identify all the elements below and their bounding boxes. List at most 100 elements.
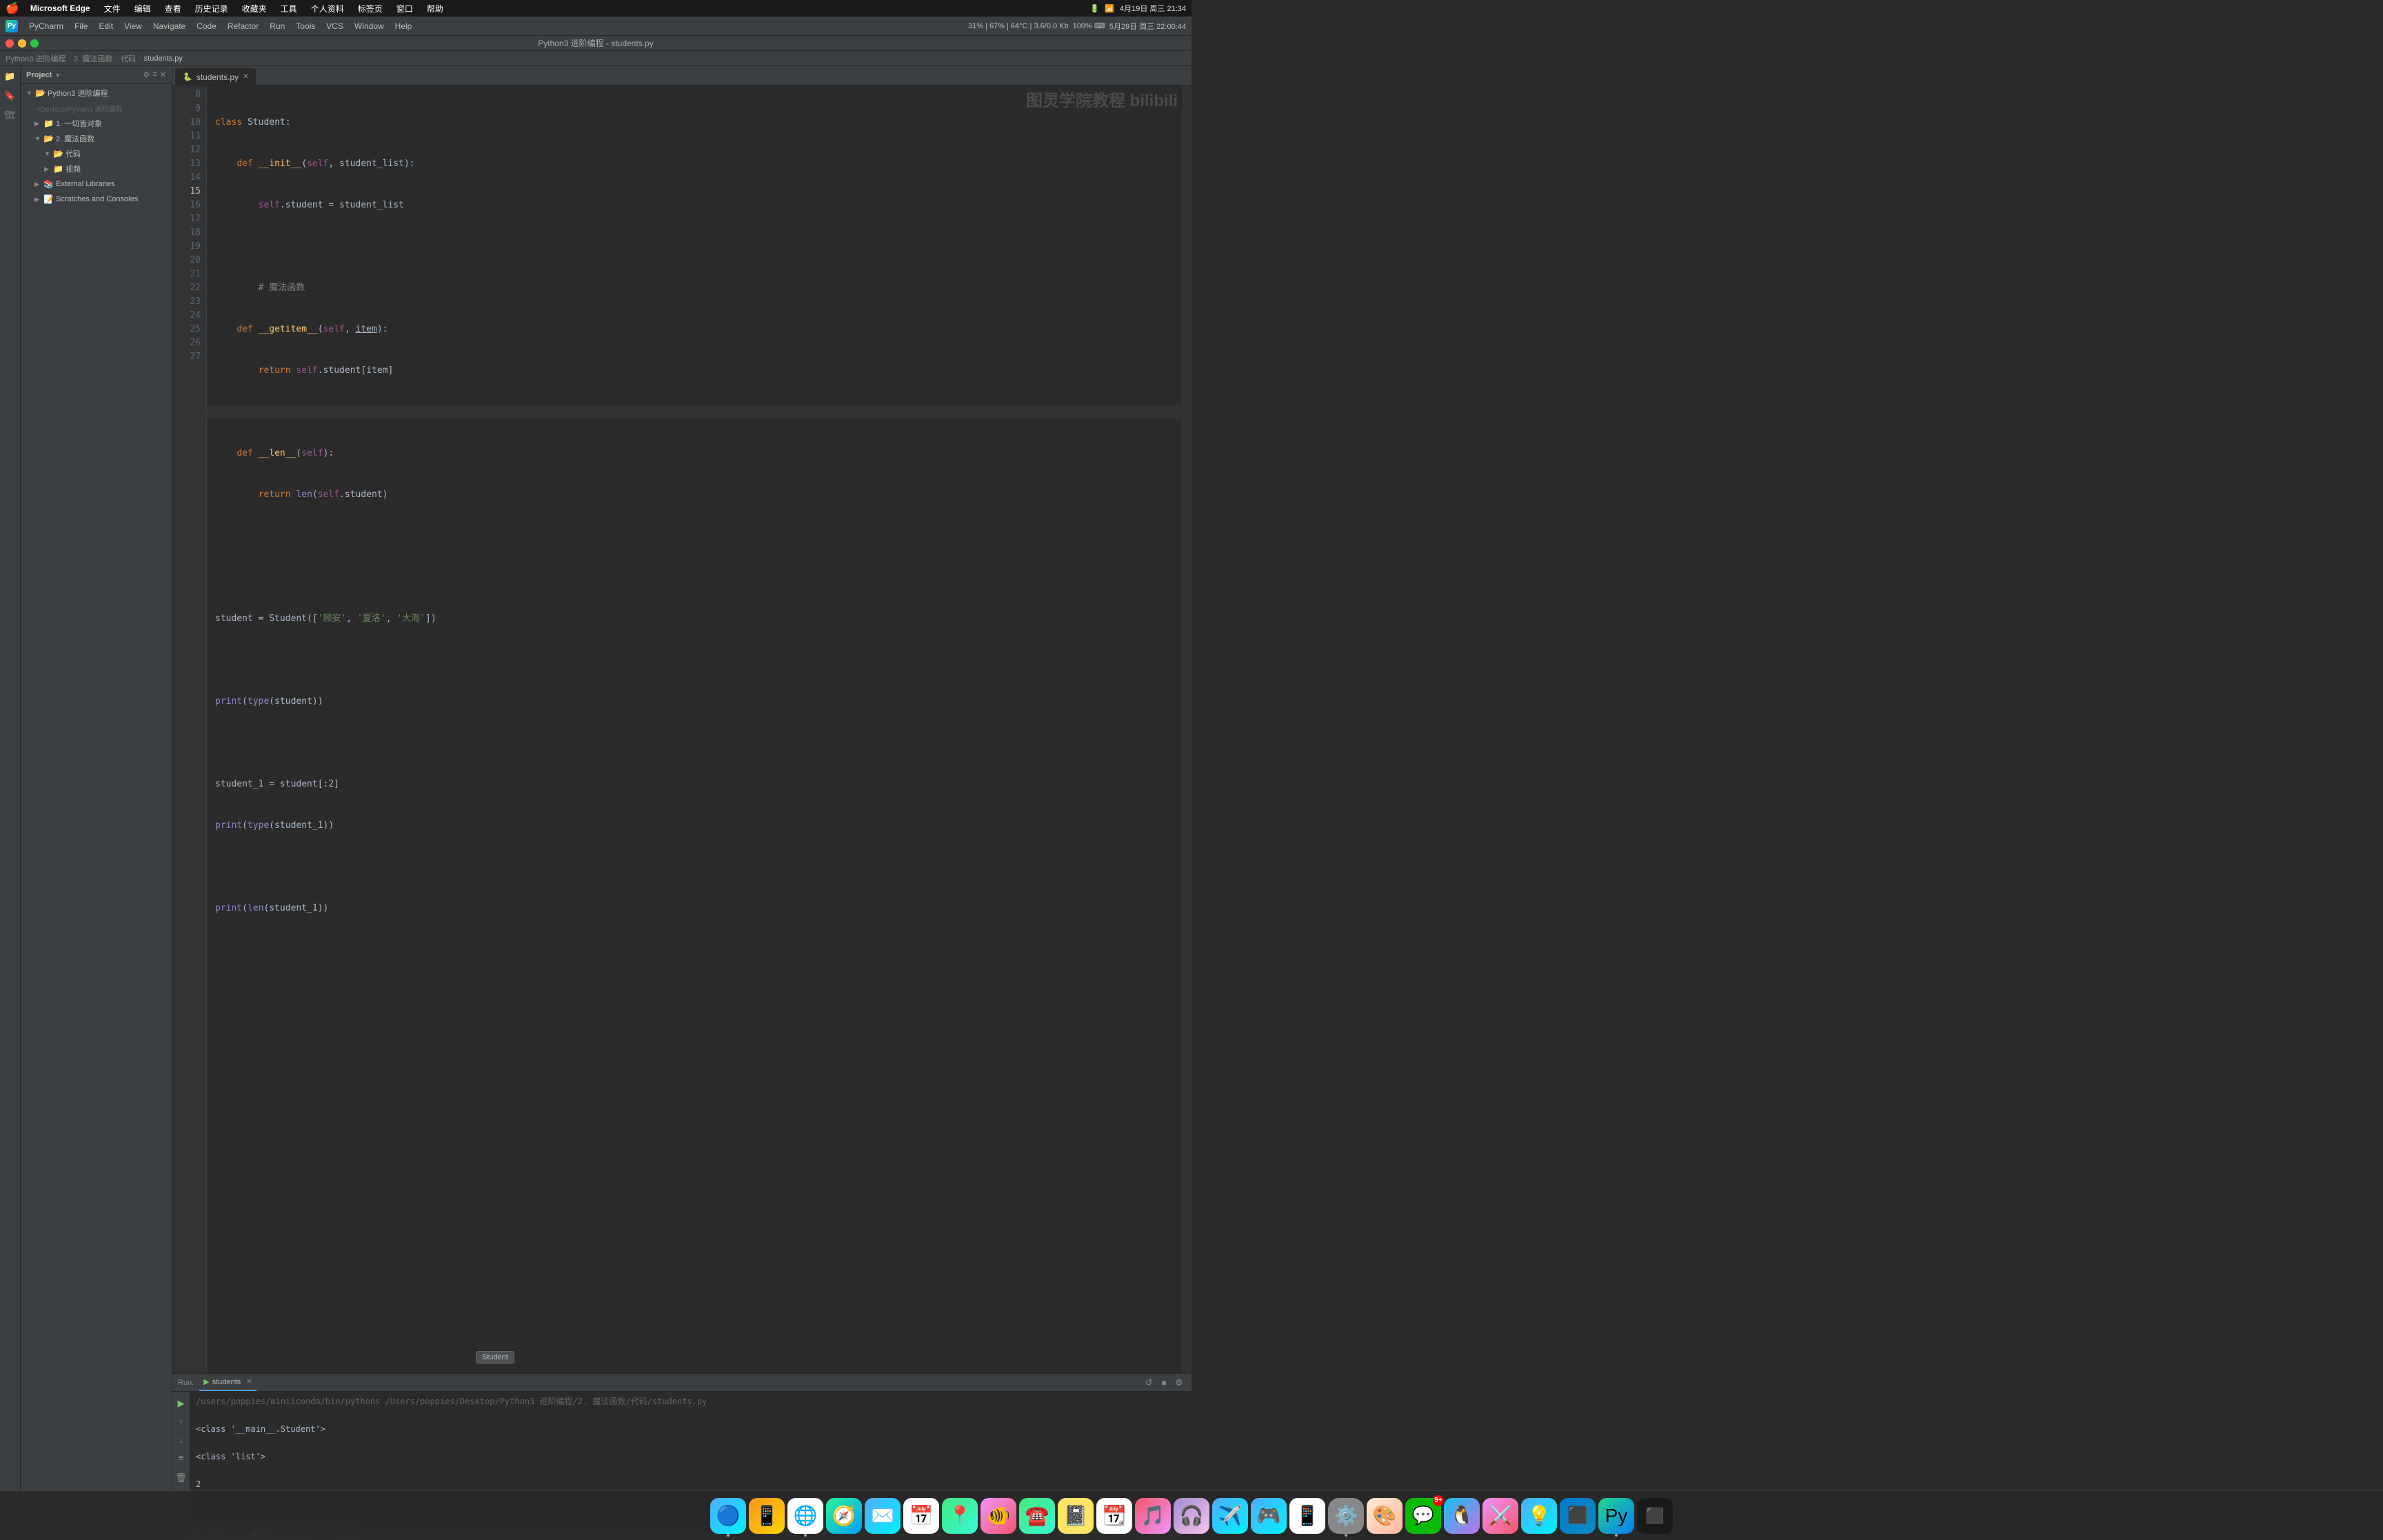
structure-tool-btn[interactable]: 🏗 [3, 108, 18, 123]
apple-menu[interactable]: 🍎 [6, 1, 19, 15]
dock-notes[interactable]: 📓 [1058, 1498, 1094, 1534]
breadcrumb-folder[interactable]: 2. 魔法函数 [74, 53, 112, 64]
dock-launchpad[interactable]: 📱 [749, 1498, 785, 1534]
tab-close-btn[interactable]: ✕ [243, 73, 248, 81]
expand-arrow-code: ▼ [44, 150, 51, 157]
breadcrumb-code[interactable]: 代码 [121, 53, 136, 64]
dock-music[interactable]: 🎵 [1135, 1498, 1171, 1534]
play-btn[interactable]: ▶ [174, 1396, 189, 1411]
project-tool-btn[interactable]: 📁 [3, 69, 18, 84]
pycharm-menu-refactor[interactable]: Refactor [223, 20, 263, 32]
close-sidebar-icon[interactable]: ✕ [160, 70, 166, 79]
pycharm-menu-help[interactable]: Help [391, 20, 416, 32]
code-content[interactable]: class Student: def __init__(self, studen… [207, 85, 1182, 1373]
tab-bar: 🐍 students.py ✕ [172, 66, 1192, 85]
tab-students-py[interactable]: 🐍 students.py ✕ [175, 68, 256, 85]
menu-tabs[interactable]: 标签页 [355, 3, 385, 14]
dock-facetime[interactable]: ☎️ [1019, 1498, 1055, 1534]
settings-btn[interactable]: ⚙ [1172, 1376, 1186, 1390]
down-btn[interactable]: ↓ [174, 1432, 189, 1447]
sidebar-item-ext-libs[interactable]: ▶ 📚 External Libraries [21, 176, 172, 192]
menu-window[interactable]: 窗口 [394, 3, 416, 14]
stop-btn[interactable]: ⏹ [1157, 1376, 1171, 1390]
code-editor-container[interactable]: 8 9 10 11 12 13 14 15 16 17 18 19 20 21 … [172, 85, 1192, 1373]
breadcrumb-project[interactable]: Python3 进阶编程 [6, 53, 66, 64]
editor-area: 🐍 students.py ✕ 8 9 10 11 12 13 14 15 16… [172, 66, 1192, 1540]
minimize-button[interactable] [18, 39, 26, 48]
dock-chrome[interactable]: 🌐 [787, 1498, 823, 1534]
menu-favorites[interactable]: 收藏夹 [239, 3, 270, 14]
dock-photos[interactable]: 🐠 [981, 1498, 1016, 1534]
sidebar-item-ch1[interactable]: ▶ 📁 1. 一切皆对象 [21, 116, 172, 131]
pycharm-menu-window[interactable]: Window [350, 20, 388, 32]
bookmarks-tool-btn[interactable]: 🔖 [3, 88, 18, 103]
dock-travel[interactable]: ✈️ [1212, 1498, 1248, 1534]
app-name[interactable]: Microsoft Edge [28, 3, 93, 13]
sidebar-item-scratches[interactable]: ▶ 📝 Scratches and Consoles [21, 192, 172, 207]
scratch-icon: 📝 [43, 194, 54, 204]
run-panel-header: Run: ▶ students ✕ ↺ ⏹ ⚙ [172, 1374, 1192, 1392]
pycharm-menubar: Py PyCharm File Edit View Navigate Code … [0, 17, 1192, 36]
pycharm-menu-view[interactable]: View [120, 20, 146, 32]
sidebar-item-video[interactable]: ▶ 📁 视频 [21, 161, 172, 176]
menu-profile[interactable]: 个人资料 [308, 3, 347, 14]
sidebar-item-ch2[interactable]: ▼ 📂 2. 魔法函数 [21, 131, 172, 146]
collapse-icon[interactable]: ≡ [152, 70, 157, 79]
dock-mail[interactable]: ✉️ [865, 1498, 901, 1534]
code-editor[interactable]: 8 9 10 11 12 13 14 15 16 17 18 19 20 21 … [172, 85, 1182, 1373]
menu-history[interactable]: 历史记录 [192, 3, 231, 14]
dock-vscode[interactable]: ⬛ [1560, 1498, 1596, 1534]
menu-help[interactable]: 帮助 [424, 3, 446, 14]
system-tray: 🔋 📶 4月19日 周三 21:34 [1090, 3, 1186, 14]
dock-finder[interactable]: 🔵 [710, 1498, 746, 1534]
up-btn[interactable]: ↑ [174, 1414, 189, 1429]
run-tab-students[interactable]: ▶ students ✕ [199, 1374, 256, 1391]
dock-affinity[interactable]: 💡 [1521, 1498, 1557, 1534]
pycharm-menu-navigate[interactable]: Navigate [149, 20, 190, 32]
dock-wechat[interactable]: 💬9+ [1405, 1498, 1441, 1534]
settings-icon[interactable]: ⚙ [143, 70, 150, 79]
code-line-22: print(type(student)) [207, 695, 1182, 709]
dock-safari[interactable]: 🧭 [826, 1498, 862, 1534]
pycharm-menu-edit[interactable]: Edit [94, 20, 117, 32]
dock-qq[interactable]: 🐧 [1444, 1498, 1480, 1534]
dock-pycharm-dock[interactable]: Py [1598, 1498, 1634, 1534]
pycharm-menu-app[interactable]: PyCharm [25, 20, 68, 32]
menu-tools[interactable]: 工具 [278, 3, 300, 14]
dock-maps[interactable]: 📍 [942, 1498, 978, 1534]
menu-file[interactable]: 文件 [101, 3, 123, 14]
dropdown-icon[interactable]: ▼ [54, 72, 61, 79]
menu-edit[interactable]: 编辑 [132, 3, 154, 14]
expand-arrow-ch2: ▼ [34, 135, 41, 142]
dock-sketch[interactable]: 🎨 [1367, 1498, 1402, 1534]
dock-calendar[interactable]: 📅 [903, 1498, 939, 1534]
pycharm-menu-file[interactable]: File [70, 20, 92, 32]
run-tab-close[interactable]: ✕ [246, 1378, 252, 1386]
breadcrumb-file[interactable]: students.py [144, 54, 183, 63]
dock-bear[interactable]: ⚔️ [1482, 1498, 1518, 1534]
pycharm-menu-tools[interactable]: Tools [292, 20, 319, 32]
dock-reminders[interactable]: 📆 [1096, 1498, 1132, 1534]
dock-settings[interactable]: ⚙️ [1328, 1498, 1364, 1534]
rerun-btn[interactable]: ↺ [1142, 1376, 1156, 1390]
close-button[interactable] [6, 39, 14, 48]
sidebar-item-python3[interactable]: ▼ 📂 Python3 进阶编程 [21, 85, 172, 101]
maximize-button[interactable] [30, 39, 39, 48]
code-line-15 [207, 405, 1182, 419]
menu-view[interactable]: 查看 [162, 3, 184, 14]
sidebar-item-code[interactable]: ▼ 📂 代码 [21, 146, 172, 161]
dock-podcasts[interactable]: 🎧 [1174, 1498, 1209, 1534]
run-tab-label: students [212, 1378, 241, 1386]
code-line-13: def __getitem__(self, item): [207, 323, 1182, 336]
dock-appstore[interactable]: 🎮 [1251, 1498, 1287, 1534]
expand-arrow-scratch: ▶ [34, 196, 41, 203]
list-btn[interactable]: ≡ [174, 1450, 189, 1465]
pycharm-menu-run[interactable]: Run [265, 20, 289, 32]
folder-icon: 📂 [35, 88, 46, 98]
pycharm-menu-vcs[interactable]: VCS [322, 20, 348, 32]
trash-btn[interactable]: 🗑 [174, 1470, 189, 1486]
dock-terminal-dock[interactable]: ⬛ [1637, 1498, 1673, 1534]
pycharm-menu-code[interactable]: Code [192, 20, 221, 32]
dock-contacts[interactable]: 📱 [1289, 1498, 1325, 1534]
line-numbers: 8 9 10 11 12 13 14 15 16 17 18 19 20 21 … [172, 85, 207, 1373]
